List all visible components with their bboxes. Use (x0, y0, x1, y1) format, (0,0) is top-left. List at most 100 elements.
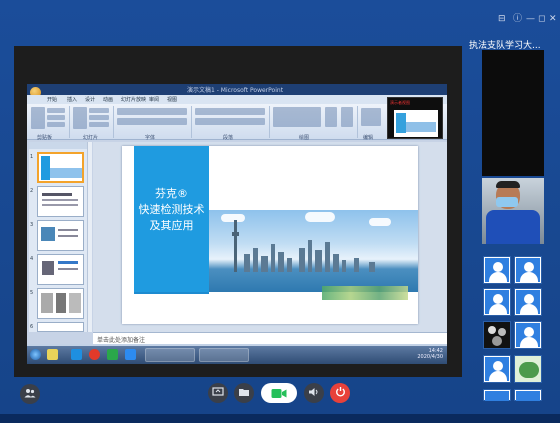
maximize-button[interactable]: ◻ (538, 14, 545, 24)
slide-number: 2 (30, 188, 34, 194)
app-icon[interactable] (125, 349, 136, 360)
speaker-camera-tile[interactable] (482, 178, 544, 244)
font-name-select[interactable] (117, 108, 187, 115)
slide-thumbnail-6[interactable] (37, 322, 84, 332)
alignment-buttons[interactable] (195, 118, 265, 125)
participant-avatar[interactable] (483, 389, 511, 401)
city-skyline-image (209, 210, 418, 292)
ribbon-divider (357, 106, 358, 138)
participant-avatar[interactable] (514, 321, 542, 349)
tab-animation[interactable]: 动画 (103, 96, 113, 103)
participant-avatar-photo[interactable] (483, 321, 511, 349)
group-label-paragraph: 段落 (223, 135, 234, 141)
ie-icon[interactable] (71, 349, 82, 360)
ribbon: 剪贴板 幻灯片 字体 段落 绘图 编辑 (27, 104, 447, 141)
participants-button[interactable] (20, 384, 40, 404)
tab-review[interactable]: 审阅 (149, 96, 159, 103)
slide-thumbnail-3[interactable] (37, 220, 84, 251)
folder-icon (238, 387, 250, 400)
group-label-slides: 幻灯片 (83, 135, 99, 141)
participant-avatar[interactable] (514, 389, 542, 401)
end-meeting-button[interactable] (330, 383, 350, 403)
find-replace-icon[interactable] (361, 108, 381, 126)
format-painter-icon[interactable] (47, 122, 65, 127)
blurred-logo (322, 286, 408, 300)
power-icon (335, 386, 346, 400)
person-body (486, 210, 540, 244)
wechat-icon[interactable] (107, 349, 118, 360)
slides-pane: 1 2 3 4 5 6 (29, 142, 87, 332)
slide-accent-line (134, 292, 209, 294)
slide-thumbnail-1[interactable] (37, 152, 84, 183)
paragraph-buttons[interactable] (195, 108, 265, 115)
group-label-editing: 编辑 (363, 135, 374, 141)
windows-taskbar: 14:42 2020/4/30 (27, 346, 447, 364)
minimize-button[interactable]: — (526, 14, 535, 24)
paste-icon[interactable] (31, 107, 45, 129)
reset-icon[interactable] (89, 115, 109, 120)
slides-pane-scrollbar[interactable] (87, 142, 92, 332)
group-label-clipboard: 剪贴板 (37, 135, 53, 141)
camera-toggle-button[interactable] (261, 383, 297, 403)
shapes-gallery[interactable] (273, 107, 321, 127)
ribbon-divider (269, 106, 270, 138)
people-icon (24, 388, 36, 401)
cut-icon[interactable] (47, 108, 65, 113)
slide-number: 4 (30, 256, 34, 262)
taskbar-clock: 14:42 2020/4/30 (417, 348, 443, 360)
camera-icon (271, 384, 287, 403)
current-slide[interactable]: 芬克® 快速检测技术 及其应用 (122, 146, 418, 324)
close-button[interactable]: ✕ (549, 14, 557, 24)
tab-insert[interactable]: 插入 (67, 96, 77, 103)
tab-home[interactable]: 开始 (47, 96, 57, 103)
participant-avatar[interactable] (483, 288, 511, 316)
copy-icon[interactable] (47, 115, 65, 120)
group-label-drawing: 绘图 (299, 135, 310, 141)
participant-avatar[interactable] (514, 256, 542, 284)
powerpoint-title-bar: 演示文稿1 - Microsoft PowerPoint (27, 84, 447, 95)
taskbar-powerpoint-button[interactable] (199, 348, 249, 362)
slide-title: 芬克® 快速检测技术 及其应用 (134, 186, 209, 234)
presenter-preview-window: 演示者视图 (387, 97, 443, 139)
delete-slide-icon[interactable] (89, 122, 109, 127)
notes-pane[interactable]: 单击此处添加备注 (93, 332, 447, 344)
speaker-button[interactable] (304, 383, 324, 403)
arrange-icon[interactable] (325, 107, 337, 127)
window-bottom-edge (0, 414, 560, 423)
tab-slideshow[interactable]: 幻灯片放映 (121, 96, 146, 103)
speaker-icon (308, 387, 320, 400)
slides-outline-tabs[interactable] (29, 142, 87, 149)
ribbon-tabs: 开始 插入 设计 动画 幻灯片放映 审阅 视图 (27, 95, 447, 104)
minimize-to-tray-icon[interactable]: ⊟ (498, 14, 506, 24)
layout-icon[interactable] (89, 108, 109, 113)
slide-thumbnail-4[interactable] (37, 254, 84, 285)
participant-video-tile[interactable] (482, 50, 544, 176)
participant-avatar[interactable] (514, 288, 542, 316)
start-button-icon[interactable] (30, 349, 41, 360)
share-icon (212, 386, 224, 400)
quick-styles-icon[interactable] (341, 107, 353, 127)
face-mask (496, 197, 518, 207)
slide-thumbnail-2[interactable] (37, 186, 84, 217)
participant-avatar[interactable] (483, 355, 511, 383)
ribbon-divider (113, 106, 114, 138)
participant-avatar-photo[interactable] (514, 355, 542, 383)
taskbar-window-button[interactable] (145, 348, 195, 362)
person-hair (496, 181, 520, 188)
new-slide-icon[interactable] (73, 107, 87, 129)
preview-label: 演示者视图 (390, 100, 410, 105)
explorer-icon[interactable] (47, 349, 58, 360)
files-button[interactable] (234, 383, 254, 403)
tab-design[interactable]: 设计 (85, 96, 95, 103)
clock-date: 2020/4/30 (417, 354, 443, 360)
cn-tower (232, 220, 239, 272)
slide-thumbnail-5[interactable] (37, 288, 84, 319)
tab-view[interactable]: 视图 (167, 96, 177, 103)
chrome-icon[interactable] (89, 349, 100, 360)
info-icon[interactable]: ⓘ (513, 14, 522, 24)
font-style-buttons[interactable] (117, 118, 187, 125)
slide-number: 5 (30, 290, 34, 296)
share-screen-button[interactable] (208, 383, 228, 403)
participant-avatar[interactable] (483, 256, 511, 284)
slide-title-line-1: 芬克® (155, 187, 188, 200)
